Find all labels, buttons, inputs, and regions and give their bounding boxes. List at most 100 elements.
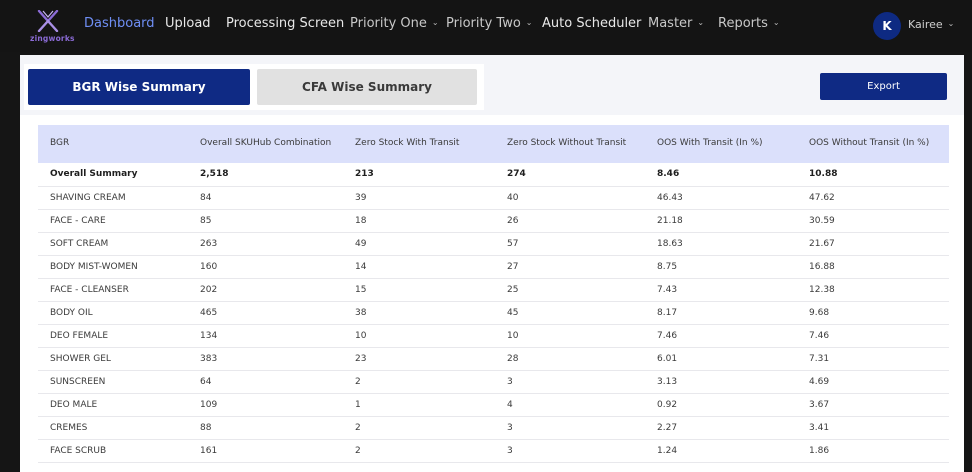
table-cell: 7.46 bbox=[645, 324, 797, 348]
table-cell: 3.13 bbox=[645, 370, 797, 394]
table-cell: 3 bbox=[495, 416, 645, 440]
table-cell: DEO MALE bbox=[38, 393, 188, 417]
table-cell: FACE - CARE bbox=[38, 209, 188, 233]
table-row: FACE - CLEANSER 202 15 25 7.43 12.38 bbox=[38, 278, 949, 302]
table-cell: 16.88 bbox=[797, 255, 949, 279]
table-cell: 2 bbox=[343, 439, 495, 463]
table-cell: 202 bbox=[188, 278, 343, 302]
table-cell: 30.59 bbox=[797, 209, 949, 233]
table-cell: 8.46 bbox=[645, 163, 797, 187]
nav-processing-screen[interactable]: Processing Screen bbox=[226, 16, 344, 31]
table-cell: 109 bbox=[188, 393, 343, 417]
table-cell: 21.18 bbox=[645, 209, 797, 233]
table-cell: 1.24 bbox=[645, 439, 797, 463]
column-header-zero-stock-without-transit: Zero Stock Without Transit bbox=[507, 138, 627, 149]
table-row: BODY OIL 465 38 45 8.17 9.68 bbox=[38, 301, 949, 325]
nav-dashboard[interactable]: Dashboard bbox=[84, 16, 155, 31]
nav-master[interactable]: Master ⌄ bbox=[648, 16, 704, 31]
table-cell: 47.62 bbox=[797, 186, 949, 210]
zingworks-logo[interactable]: zingworks bbox=[30, 10, 74, 46]
table-cell: 84 bbox=[188, 186, 343, 210]
table-cell: 0.92 bbox=[645, 393, 797, 417]
table-row: FACE - CARE 85 18 26 21.18 30.59 bbox=[38, 209, 949, 233]
chevron-down-icon: ⌄ bbox=[697, 18, 705, 27]
table-cell: 39 bbox=[343, 186, 495, 210]
nav-priority-one[interactable]: Priority One ⌄ bbox=[350, 16, 439, 31]
table-cell: 18.63 bbox=[645, 232, 797, 256]
table-cell: 7.46 bbox=[797, 324, 949, 348]
table-cell: SUNSCREEN bbox=[38, 370, 188, 394]
table-cell: CREMES bbox=[38, 416, 188, 440]
table-cell: 7.43 bbox=[645, 278, 797, 302]
table-cell: 2,518 bbox=[188, 163, 343, 187]
chevron-down-icon: ⌄ bbox=[431, 18, 439, 27]
table-row: SHOWER GEL 383 23 28 6.01 7.31 bbox=[38, 347, 949, 371]
table-row: DEO MALE 109 1 4 0.92 3.67 bbox=[38, 393, 949, 417]
table-cell: BODY OIL bbox=[38, 301, 188, 325]
table-cell: 4.69 bbox=[797, 370, 949, 394]
table-cell: 10 bbox=[495, 324, 645, 348]
table-cell: 25 bbox=[495, 278, 645, 302]
table-cell: 10 bbox=[343, 324, 495, 348]
table-cell: 28 bbox=[495, 347, 645, 371]
table-cell: SOFT CREAM bbox=[38, 232, 188, 256]
table-cell: SHOWER GEL bbox=[38, 347, 188, 371]
table-cell: 465 bbox=[188, 301, 343, 325]
nav-priority-two[interactable]: Priority Two ⌄ bbox=[446, 16, 532, 31]
table-row: FACE SCRUB 161 2 3 1.24 1.86 bbox=[38, 439, 949, 463]
table-cell: Overall Summary bbox=[38, 163, 188, 187]
table-row: SUNSCREEN 64 2 3 3.13 4.69 bbox=[38, 370, 949, 394]
table-cell: 8.17 bbox=[645, 301, 797, 325]
table-cell: 26 bbox=[495, 209, 645, 233]
avatar[interactable]: K bbox=[873, 12, 901, 40]
nav-auto-scheduler[interactable]: Auto Scheduler bbox=[542, 16, 641, 31]
bgr-summary-table: BGR Overall SKUHub Combination Zero Stoc… bbox=[38, 125, 949, 463]
table-cell: 88 bbox=[188, 416, 343, 440]
table-cell: 160 bbox=[188, 255, 343, 279]
table-cell: 2 bbox=[343, 416, 495, 440]
table-cell: 49 bbox=[343, 232, 495, 256]
column-header-bgr: BGR bbox=[50, 138, 70, 149]
table-row: BODY MIST-WOMEN 160 14 27 8.75 16.88 bbox=[38, 255, 949, 279]
table-cell: FACE SCRUB bbox=[38, 439, 188, 463]
table-cell: FACE - CLEANSER bbox=[38, 278, 188, 302]
tab-cfa-wise-summary[interactable]: CFA Wise Summary bbox=[257, 69, 477, 105]
table-cell: 9.68 bbox=[797, 301, 949, 325]
table-cell: 3 bbox=[495, 370, 645, 394]
table-cell: 46.43 bbox=[645, 186, 797, 210]
table-cell: 2 bbox=[343, 370, 495, 394]
table-cell: 27 bbox=[495, 255, 645, 279]
table-cell: 213 bbox=[343, 163, 495, 187]
chevron-down-icon: ⌄ bbox=[772, 18, 780, 27]
table-cell: 57 bbox=[495, 232, 645, 256]
nav-reports[interactable]: Reports ⌄ bbox=[718, 16, 780, 31]
summary-row: Overall Summary 2,518 213 274 8.46 10.88 bbox=[38, 163, 949, 187]
table-cell: 274 bbox=[495, 163, 645, 187]
table-cell: 3.41 bbox=[797, 416, 949, 440]
table-cell: 8.75 bbox=[645, 255, 797, 279]
table-cell: 14 bbox=[343, 255, 495, 279]
table-cell: 4 bbox=[495, 393, 645, 417]
tab-bgr-wise-summary[interactable]: BGR Wise Summary bbox=[28, 69, 250, 105]
table-cell: 161 bbox=[188, 439, 343, 463]
summary-table-card: BGR Overall SKUHub Combination Zero Stoc… bbox=[20, 115, 964, 472]
top-navbar: zingworks Dashboard Upload Processing Sc… bbox=[0, 0, 972, 52]
table-cell: 18 bbox=[343, 209, 495, 233]
table-cell: 1.86 bbox=[797, 439, 949, 463]
table-cell: BODY MIST-WOMEN bbox=[38, 255, 188, 279]
nav-upload[interactable]: Upload bbox=[165, 16, 211, 31]
table-cell: 1 bbox=[343, 393, 495, 417]
column-header-zero-stock-with-transit: Zero Stock With Transit bbox=[355, 138, 460, 149]
table-cell: 12.38 bbox=[797, 278, 949, 302]
table-cell: 15 bbox=[343, 278, 495, 302]
logo-icon bbox=[37, 10, 59, 32]
user-menu[interactable]: Kairee ⌄ bbox=[908, 18, 954, 31]
export-button[interactable]: Export bbox=[820, 73, 947, 100]
column-header-overall-skuhub: Overall SKUHub Combination bbox=[200, 138, 332, 149]
table-cell: 64 bbox=[188, 370, 343, 394]
table-cell: SHAVING CREAM bbox=[38, 186, 188, 210]
table-row: SHAVING CREAM 84 39 40 46.43 47.62 bbox=[38, 186, 949, 210]
table-cell: 383 bbox=[188, 347, 343, 371]
table-cell: 134 bbox=[188, 324, 343, 348]
page-content: BGR Wise Summary CFA Wise Summary Export… bbox=[20, 55, 964, 472]
